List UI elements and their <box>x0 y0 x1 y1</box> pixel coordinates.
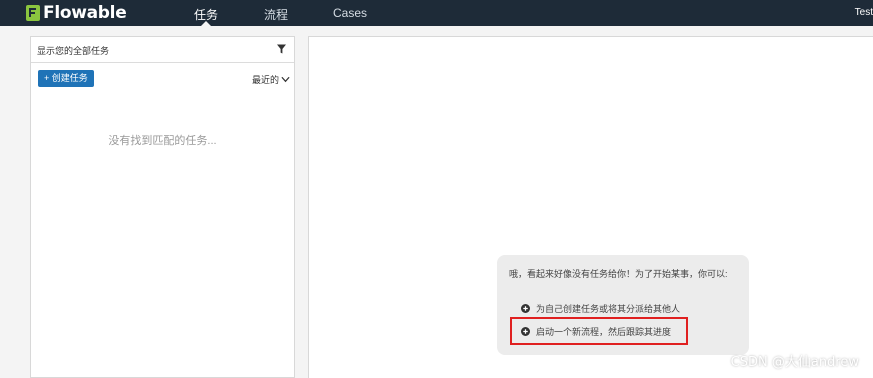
active-tab-caret <box>201 21 211 26</box>
red-highlight-box <box>510 317 688 345</box>
empty-task-message: 没有找到匹配的任务... <box>108 135 217 147</box>
help-box: 哦，看起来好像没有任务给你！为了开始某事，你可以: 为自己创建任务或将其分派给其… <box>497 255 749 355</box>
sort-dropdown[interactable]: 最近的 <box>252 73 290 86</box>
sort-label: 最近的 <box>251 75 279 85</box>
watermark: CSDN @大仙andrew <box>730 355 859 370</box>
top-navbar: Flowable 任务 流程 Cases Test <box>0 0 873 26</box>
nav-tab-processes[interactable]: 流程 <box>264 6 288 23</box>
help-title: 哦，看起来好像没有任务给你！为了开始某事，你可以: <box>509 269 728 279</box>
create-task-button[interactable]: + 创建任务 <box>38 70 94 87</box>
task-filter-bar[interactable]: 显示您的全部任务 <box>31 37 294 63</box>
chevron-down-icon <box>281 76 290 83</box>
help-option-create-task[interactable]: 为自己创建任务或将其分派给其他人 <box>521 302 680 315</box>
filter-icon[interactable] <box>277 44 286 54</box>
help-option-label: 为自己创建任务或将其分派给其他人 <box>536 304 681 314</box>
task-filter-text: 显示您的全部任务 <box>37 46 110 56</box>
flowable-logo[interactable]: Flowable <box>26 3 127 23</box>
task-list-panel: 显示您的全部任务 + 创建任务 最近的 没有找到匹配的任务... <box>30 36 295 378</box>
brand-name: Flowable <box>43 3 127 23</box>
plus-circle-icon <box>521 304 530 313</box>
flowable-logo-icon <box>26 5 40 21</box>
user-menu[interactable]: Test <box>855 7 873 18</box>
nav-tab-cases[interactable]: Cases <box>333 6 367 20</box>
